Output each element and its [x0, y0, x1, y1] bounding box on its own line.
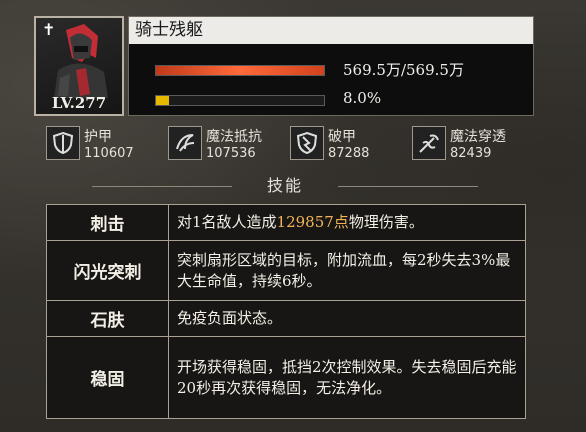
hp-bar-fill [156, 66, 324, 75]
divider [338, 186, 478, 187]
skill-desc-text: 物理伤害。 [348, 213, 424, 231]
skills-header: 技能 [32, 174, 538, 198]
divider [92, 186, 232, 187]
stat-value: 110607 [84, 146, 134, 161]
break-bar-fill [156, 96, 170, 105]
shield-icon [46, 126, 80, 160]
hp-bar [155, 65, 325, 76]
skill-row: 刺击 对1名敌人造成129857点物理伤害。 [46, 204, 526, 241]
cross-icon: ✝ [42, 20, 56, 39]
skill-desc-text: 对1名敌人造成 [177, 213, 277, 231]
skill-name: 刺击 [46, 204, 169, 241]
magic-pierce-icon [412, 126, 446, 160]
unit-info-panel: ✝ LV.277 骑士残躯 569.5万/569.5万 8.0% 护甲 1106… [32, 8, 538, 430]
unit-name: 骑士残躯 [129, 17, 533, 44]
unit-portrait: ✝ LV.277 [34, 16, 124, 116]
stat-value: 107536 [206, 146, 256, 161]
magic-resist-icon [168, 126, 202, 160]
skills-table: 刺击 对1名敌人造成129857点物理伤害。 闪光突刺 突刺扇形区域的目标，附加… [46, 204, 526, 419]
break-text: 8.0% [343, 89, 382, 107]
skill-row: 石肤 免疫负面状态。 [46, 300, 526, 337]
stat-label: 魔法抵抗 [206, 129, 262, 145]
stat-label: 破甲 [328, 129, 356, 145]
armor-break-icon [290, 126, 324, 160]
skill-damage-value: 129857点 [276, 213, 349, 231]
break-bar [155, 95, 325, 106]
unit-status-box: 骑士残躯 569.5万/569.5万 8.0% [128, 16, 534, 116]
skill-row: 稳固 开场获得稳固，抵挡2次控制效果。失去稳固后充能20秒再次获得稳固，无法净化… [46, 336, 526, 419]
skill-description: 对1名敌人造成129857点物理伤害。 [168, 204, 526, 241]
skills-title: 技能 [266, 176, 303, 195]
stats-row: 护甲 110607 魔法抵抗 107536 破甲 87288 魔法穿透 8243… [32, 124, 538, 168]
stat-label: 护甲 [84, 129, 112, 145]
skill-name: 闪光突刺 [46, 240, 169, 301]
stat-value: 87288 [328, 146, 370, 161]
skill-description: 免疫负面状态。 [168, 300, 526, 337]
skill-description: 突刺扇形区域的目标，附加流血，每2秒失去3%最大生命值，持续6秒。 [168, 240, 526, 301]
unit-level: LV.277 [51, 94, 107, 112]
skill-row: 闪光突刺 突刺扇形区域的目标，附加流血，每2秒失去3%最大生命值，持续6秒。 [46, 240, 526, 301]
hp-text: 569.5万/569.5万 [343, 61, 464, 79]
stat-label: 魔法穿透 [450, 129, 506, 145]
skill-description: 开场获得稳固，抵挡2次控制效果。失去稳固后充能20秒再次获得稳固，无法净化。 [168, 336, 526, 419]
skill-name: 石肤 [46, 300, 169, 337]
stat-value: 82439 [450, 146, 492, 161]
skill-name: 稳固 [46, 336, 169, 419]
